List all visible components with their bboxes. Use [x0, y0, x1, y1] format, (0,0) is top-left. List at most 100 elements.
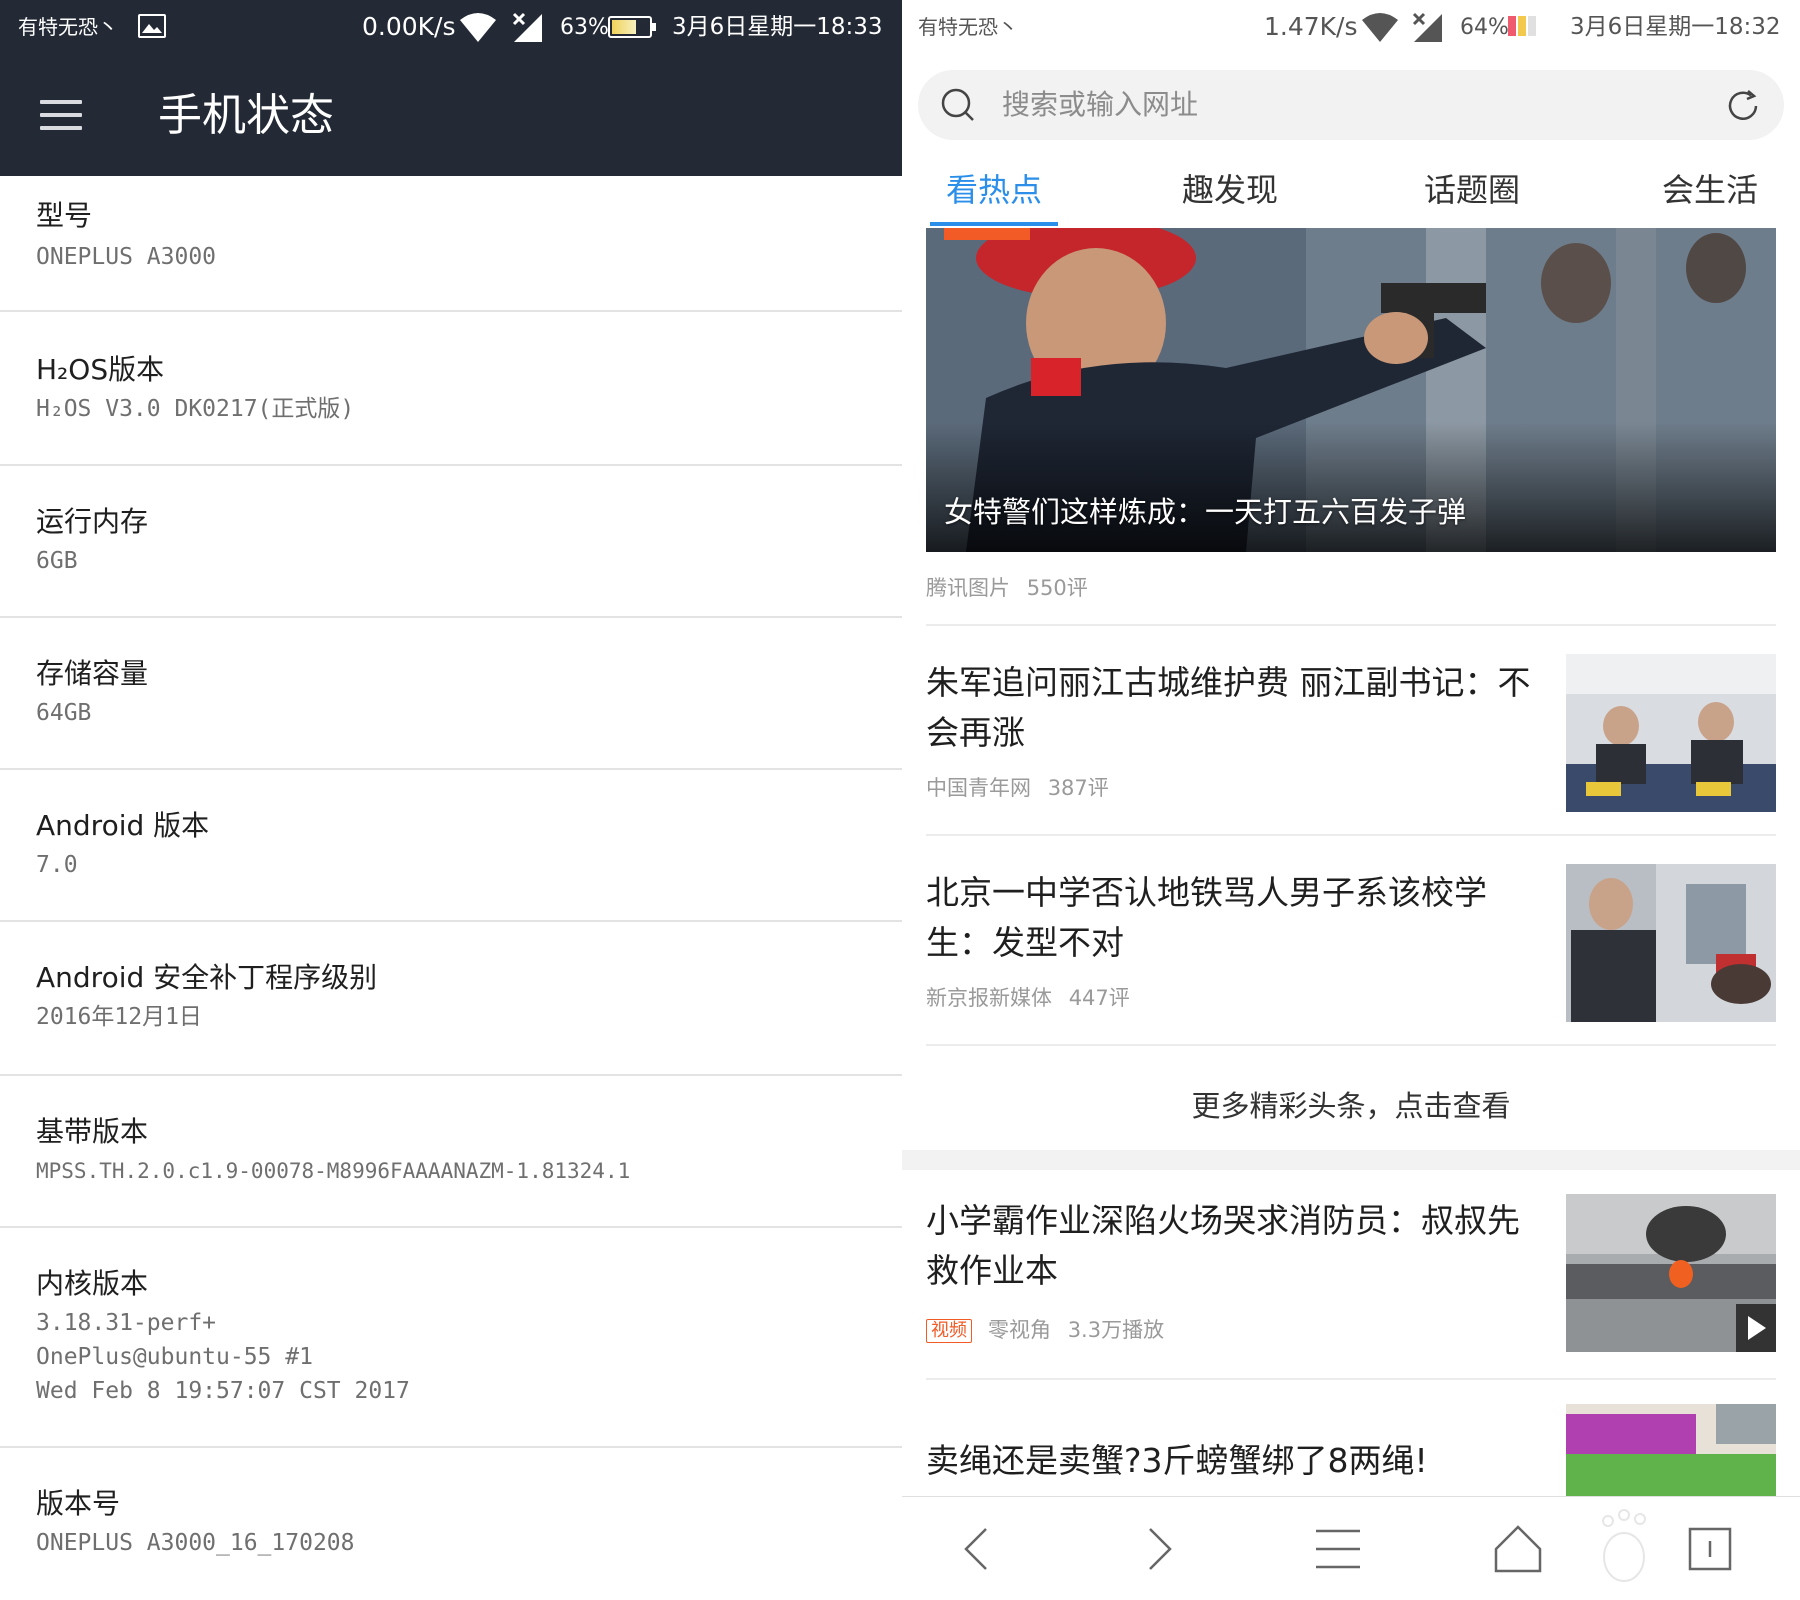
network-speed: 1.47K/s [1264, 12, 1358, 41]
tab-hot[interactable]: 看热点 [930, 152, 1058, 228]
hero-meta: 腾讯图片 550评 [926, 574, 1088, 602]
divider [926, 1044, 1776, 1046]
news-title: 朱军追问丽江古城维护费 丽江副书记：不会再涨 [926, 663, 1531, 752]
video-badge: 视频 [926, 1319, 972, 1343]
refresh-icon[interactable] [1724, 87, 1762, 125]
info-value: 7.0 [36, 852, 78, 878]
info-item-h2os-version[interactable]: H₂OS版本 H₂OS V3.0 DK0217(正式版) [0, 312, 902, 466]
news-meta: 新京报新媒体 447评 [926, 984, 1130, 1012]
hero-news-card[interactable]: 女特警们这样炼成：一天打五六百发子弹 [926, 228, 1776, 552]
search-placeholder: 搜索或输入网址 [1002, 88, 1199, 121]
news-plays: 3.3万播放 [1067, 1318, 1165, 1342]
info-value: ONEPLUS A3000_16_170208 [36, 1530, 355, 1556]
news-item[interactable]: 北京一中学否认地铁骂人男子系该校学生：发型不对 新京报新媒体 447评 [902, 836, 1800, 1044]
info-item-kernel-version[interactable]: 内核版本 3.18.31-perf+ OnePlus@ubuntu-55 #1 … [0, 1228, 902, 1448]
image-notification-icon [138, 14, 166, 38]
info-label: 基带版本 [36, 1115, 149, 1148]
info-value: H₂OS V3.0 DK0217(正式版) [36, 396, 355, 422]
info-label: 存储容量 [36, 657, 149, 690]
info-item-security-patch[interactable]: Android 安全补丁程序级别 2016年12月1日 [0, 922, 902, 1076]
info-value-line: 3.18.31-perf+ [36, 1310, 217, 1336]
news-title: 北京一中学否认地铁骂人男子系该校学生：发型不对 [926, 873, 1487, 962]
search-input[interactable]: 搜索或输入网址 [918, 70, 1784, 140]
info-label: Android 版本 [36, 809, 210, 842]
info-label: 型号 [36, 199, 93, 232]
info-item-model[interactable]: 型号 ONEPLUS A3000 [0, 176, 902, 312]
info-item-ram[interactable]: 运行内存 6GB [0, 466, 902, 618]
news-item[interactable]: 朱军追问丽江古城维护费 丽江副书记：不会再涨 中国青年网 387评 [902, 626, 1800, 834]
news-source: 腾讯图片 [926, 576, 1010, 600]
network-speed: 0.00K/s [362, 12, 456, 41]
tab-discover[interactable]: 趣发现 [1166, 152, 1294, 228]
news-source: 新京报新媒体 [926, 986, 1052, 1010]
news-thumbnail [1566, 654, 1776, 812]
news-meta: 视频 零视角 3.3万播放 [926, 1316, 1164, 1344]
info-label: 版本号 [36, 1487, 121, 1520]
forward-icon[interactable] [1128, 1521, 1188, 1577]
info-value: 2016年12月1日 [36, 1004, 202, 1030]
status-datetime: 3月6日星期一18:32 [1570, 14, 1781, 40]
more-headlines-link[interactable]: 更多精彩头条，点击查看 [902, 1066, 1800, 1146]
info-item-storage[interactable]: 存储容量 64GB [0, 618, 902, 770]
hero-gradient [926, 422, 1776, 552]
hero-caption: 女特警们这样炼成：一天打五六百发子弹 [944, 495, 1467, 529]
news-thumbnail [1566, 864, 1776, 1022]
news-comments: 550评 [1026, 576, 1088, 600]
news-source: 零视角 [988, 1318, 1051, 1342]
menu-icon[interactable] [1308, 1521, 1368, 1577]
info-value-line: Wed Feb 8 19:57:07 CST 2017 [36, 1378, 410, 1404]
news-thumbnail [1566, 1404, 1776, 1496]
cellular-signal-icon [1412, 12, 1444, 48]
news-tabs: 看热点 趣发现 话题圈 会生活 [902, 152, 1800, 228]
info-value: 64GB [36, 700, 92, 726]
battery-icon [1508, 16, 1538, 36]
news-thumbnail [1566, 1194, 1776, 1352]
tabs-icon[interactable] [1680, 1521, 1740, 1577]
cellular-signal-icon [512, 12, 544, 48]
info-value-line: OnePlus@ubuntu-55 #1 [36, 1344, 313, 1370]
back-icon[interactable] [948, 1521, 1008, 1577]
battery-percent: 64% [1460, 15, 1509, 40]
wifi-icon [458, 12, 498, 48]
home-icon[interactable] [1488, 1521, 1548, 1577]
news-title: 卖绳还是卖蟹?3斤螃蟹绑了8两绳! [926, 1441, 1428, 1480]
news-title: 小学霸作业深陷火场哭求消防员：叔叔先救作业本 [926, 1201, 1520, 1290]
info-value: MPSS.TH.2.0.c1.9-00078-M8996FAAAANAZM-1.… [36, 1159, 631, 1183]
paw-watermark-icon [1594, 1507, 1664, 1591]
carrier-name: 有特无恐丶 [918, 15, 1018, 39]
info-item-android-version[interactable]: Android 版本 7.0 [0, 770, 902, 922]
info-label: H₂OS版本 [36, 353, 165, 386]
active-tab-indicator [930, 222, 1058, 226]
page-title: 手机状态 [158, 90, 334, 141]
news-meta: 中国青年网 387评 [926, 774, 1109, 802]
app-bar: 手机状态 [0, 56, 902, 176]
info-label: Android 安全补丁程序级别 [36, 961, 378, 994]
news-comments: 447评 [1068, 986, 1130, 1010]
status-datetime: 3月6日星期一18:33 [672, 14, 883, 40]
carrier-name: 有特无恐丶 [18, 15, 118, 39]
hero-tag [944, 228, 1030, 240]
status-bar: 有特无恐丶 1.47K/s 64% 3月6日星期一18:32 [902, 0, 1800, 56]
search-icon [940, 87, 976, 123]
phone-status-screen: 有特无恐丶 0.00K/s 63% 3月6日星期一18:33 手机状态 型号 O… [0, 0, 902, 1600]
battery-percent: 63% [560, 15, 609, 40]
info-value: 6GB [36, 548, 78, 574]
news-item[interactable]: 小学霸作业深陷火场哭求消防员：叔叔先救作业本 视频 零视角 3.3万播放 [902, 1170, 1800, 1378]
info-value: ONEPLUS A3000 [36, 244, 217, 270]
tab-life[interactable]: 会生活 [1646, 152, 1774, 228]
info-item-build-number[interactable]: 版本号 ONEPLUS A3000_16_170208 [0, 1448, 902, 1600]
status-bar: 有特无恐丶 0.00K/s 63% 3月6日星期一18:33 [0, 0, 902, 56]
wifi-icon [1360, 12, 1400, 48]
browser-bottom-bar [902, 1496, 1800, 1600]
section-gap [902, 1150, 1800, 1170]
news-comments: 387评 [1047, 776, 1109, 800]
info-label: 内核版本 [36, 1267, 149, 1300]
news-source: 中国青年网 [926, 776, 1031, 800]
info-label: 运行内存 [36, 505, 149, 538]
battery-icon [608, 16, 656, 38]
info-item-baseband[interactable]: 基带版本 MPSS.TH.2.0.c1.9-00078-M8996FAAAANA… [0, 1076, 902, 1228]
menu-icon[interactable] [40, 100, 82, 132]
browser-screen: 有特无恐丶 1.47K/s 64% 3月6日星期一18:32 搜索或输入网址 看… [902, 0, 1800, 1600]
news-item[interactable]: 卖绳还是卖蟹?3斤螃蟹绑了8两绳! [902, 1380, 1800, 1496]
tab-topics[interactable]: 话题圈 [1408, 152, 1536, 228]
